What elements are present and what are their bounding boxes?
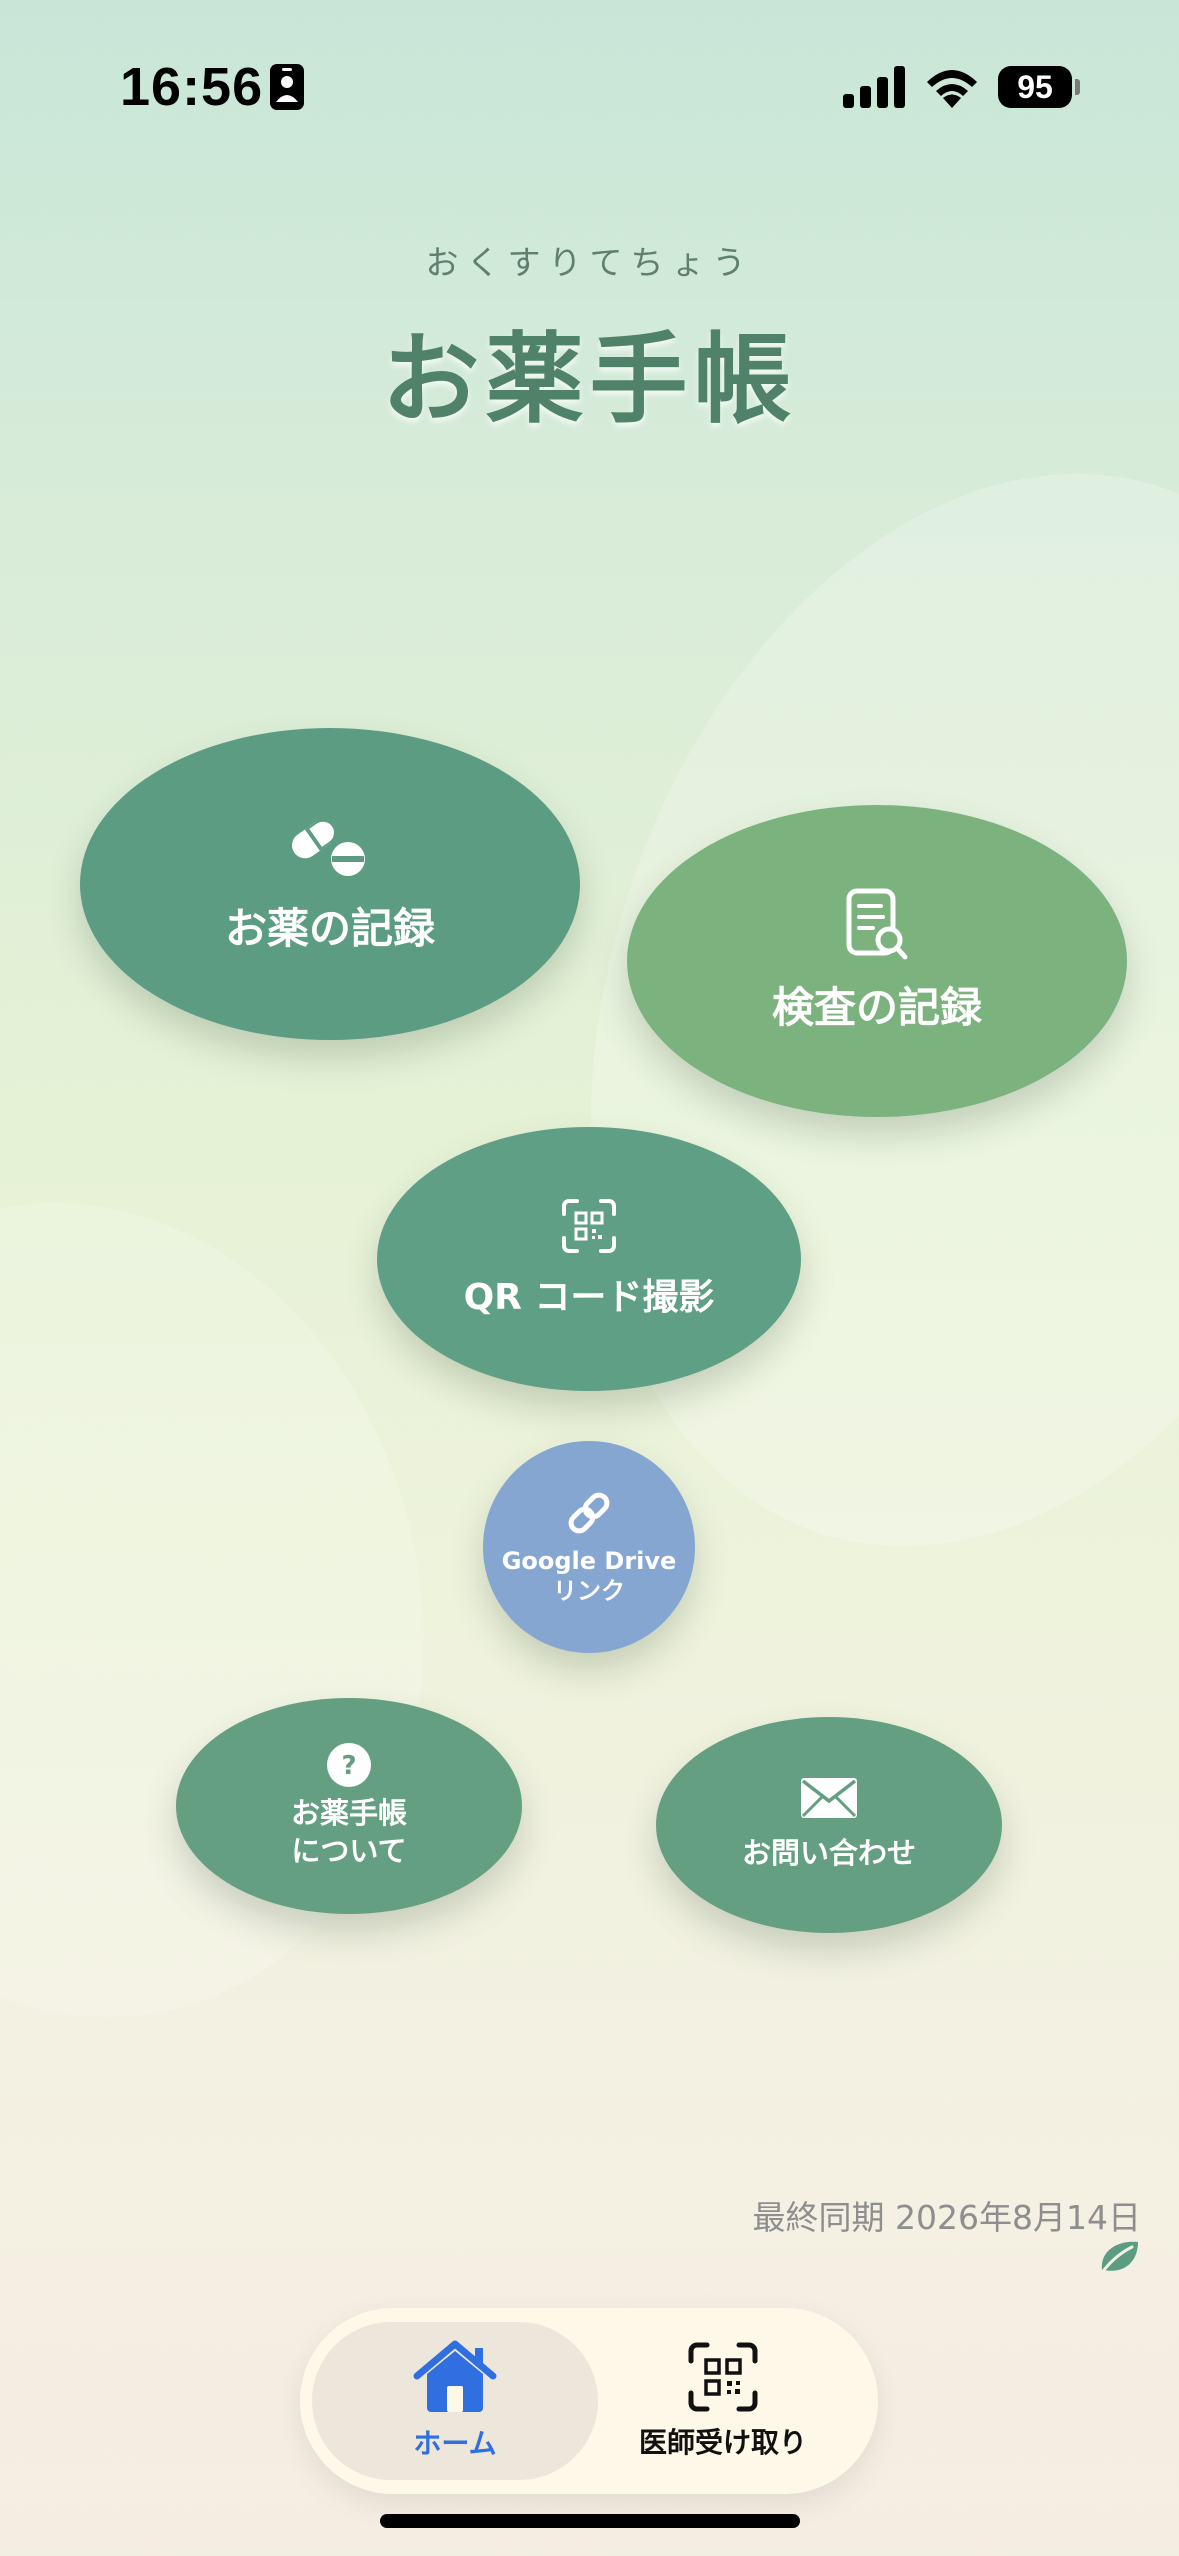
- question-icon: ?: [327, 1743, 371, 1787]
- contact-label: お問い合わせ: [741, 1836, 916, 1870]
- pill-icon: [291, 814, 365, 876]
- document-search-icon: [846, 888, 908, 959]
- home-indicator: [380, 2514, 800, 2528]
- about-label-line1: お薬手帳: [290, 1796, 407, 1830]
- google-drive-label-line1: Google Drive: [501, 1547, 677, 1575]
- tab-doctor-label: 医師受け取り: [638, 2426, 807, 2459]
- about-label-line2: について: [291, 1834, 407, 1868]
- home-icon: [413, 2340, 497, 2412]
- tab-bar: ホーム 医師受け取り: [300, 2308, 878, 2494]
- qr-scan-icon: [562, 1199, 616, 1253]
- medicine-record-button[interactable]: お薬の記録: [80, 728, 580, 1040]
- battery-nub: [1075, 79, 1080, 95]
- tab-home[interactable]: ホーム: [312, 2322, 598, 2480]
- contact-card-icon: [270, 64, 304, 110]
- about-label: お薬手帳 について: [291, 1794, 407, 1870]
- qr-capture-label: QR コード撮影: [463, 1277, 715, 1318]
- last-sync-text: 最終同期 2026年8月14日: [752, 2198, 1141, 2237]
- status-time: 16:56: [120, 57, 264, 117]
- test-record-button[interactable]: 検査の記録: [627, 805, 1127, 1117]
- google-drive-label-line2: リンク: [553, 1577, 625, 1605]
- leaf-icon: [1101, 2241, 1138, 2272]
- medicine-record-label: お薬の記録: [224, 903, 435, 953]
- app-title: お薬手帳: [381, 323, 798, 437]
- google-drive-link-button[interactable]: Google Drive リンク: [483, 1441, 695, 1653]
- link-icon: [568, 1492, 610, 1534]
- qr-capture-button[interactable]: QR コード撮影: [377, 1127, 801, 1391]
- qr-code-icon: [688, 2342, 758, 2412]
- test-record-label: 検査の記録: [771, 982, 982, 1032]
- app-subtitle: おくすりてちょう: [425, 243, 754, 282]
- google-drive-label: Google Drive リンク: [502, 1546, 677, 1606]
- signal-icon: [843, 66, 905, 108]
- wifi-icon: [927, 70, 977, 108]
- about-button[interactable]: ? お薬手帳 について: [176, 1698, 522, 1914]
- tab-home-label: ホーム: [413, 2427, 497, 2460]
- tab-doctor-receive[interactable]: 医師受け取り: [580, 2322, 866, 2480]
- svg-text:?: ?: [341, 1751, 356, 1781]
- contact-button[interactable]: お問い合わせ: [656, 1717, 1002, 1933]
- battery-indicator: 95: [998, 66, 1072, 108]
- mail-icon: [801, 1778, 857, 1818]
